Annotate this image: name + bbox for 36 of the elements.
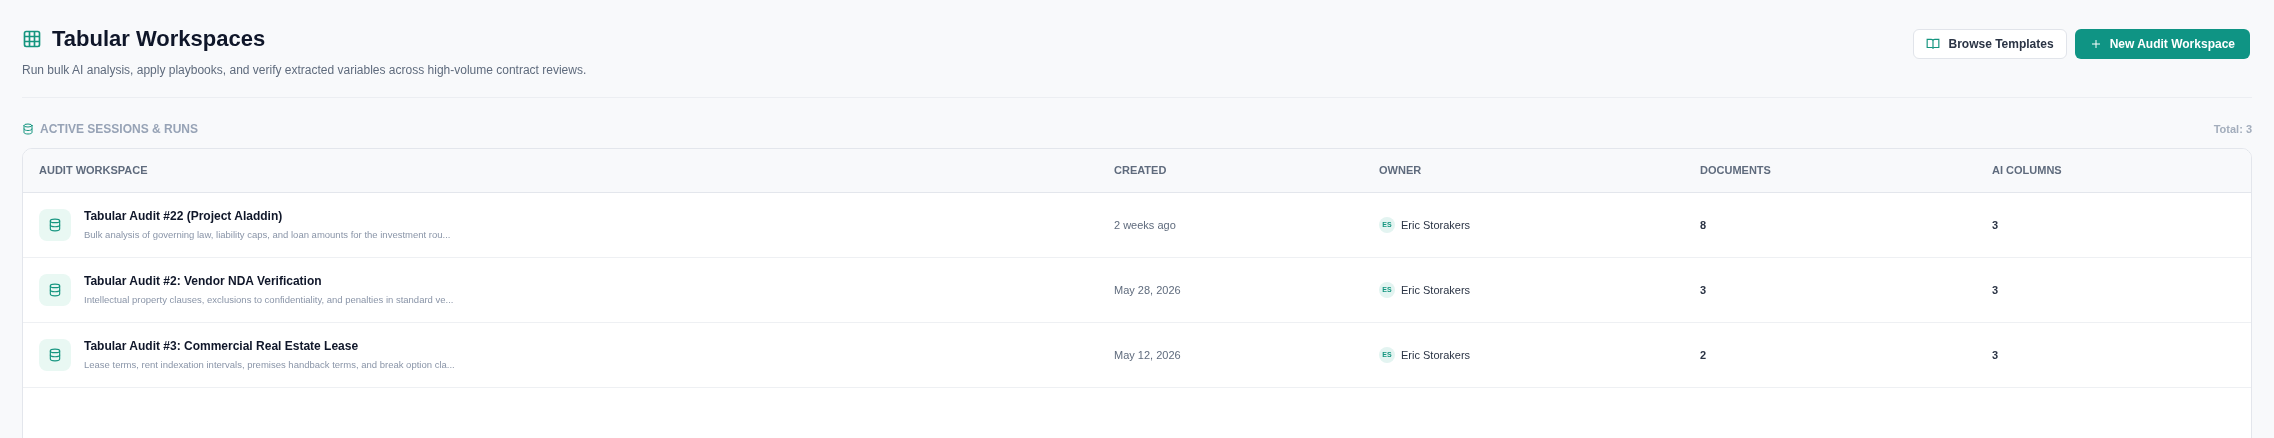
- browse-templates-button[interactable]: Browse Templates: [1913, 29, 2067, 59]
- column-header: OWNER: [1379, 163, 1422, 179]
- page-title: Tabular Workspaces: [52, 25, 266, 53]
- ai-columns-count: 3: [1992, 347, 1999, 363]
- database-icon: [48, 218, 62, 232]
- documents-count: 2: [1700, 347, 1707, 363]
- page-subtitle: Run bulk AI analysis, apply playbooks, and verify extracted variables across high-volume contract reviews.: [22, 62, 587, 79]
- documents-count: 8: [1700, 217, 1707, 233]
- column-header: DOCUMENTS: [1700, 163, 1771, 179]
- new-workspace-button[interactable]: New Audit Workspace: [2074, 29, 2250, 59]
- ai-columns-count: 3: [1992, 217, 1999, 233]
- column-header: AI COLUMNS: [1992, 163, 2062, 179]
- database-icon: [48, 283, 62, 297]
- total-count: Total: 3: [2213, 121, 2252, 137]
- created-date: May 28, 2026: [1114, 282, 1181, 298]
- documents-count: 3: [1700, 282, 1707, 298]
- ai-columns-count: 3: [1992, 282, 1999, 298]
- grid-icon: [22, 28, 42, 49]
- plus-icon: [2089, 38, 2102, 50]
- section-title: ACTIVE SESSIONS & RUNS: [40, 121, 199, 138]
- workspace-description: Intellectual property clauses, exclusions to confidentiality, and penalties in standard ve...: [84, 293, 454, 308]
- workspace-description: Lease terms, rent indexation intervals, premises handback terms, and break option cla...: [84, 358, 455, 373]
- owner-name: Eric Storakers: [1401, 217, 1471, 233]
- book-icon: [1926, 37, 1941, 51]
- owner-name: Eric Storakers: [1401, 347, 1471, 363]
- column-header: AUDIT WORKSPACE: [39, 163, 148, 179]
- workspace-name[interactable]: Tabular Audit #22 (Project Aladdin): [84, 207, 451, 226]
- workspace-description: Bulk analysis of governing law, liability caps, and loan amounts for the investment rou...: [84, 228, 451, 243]
- database-icon: [48, 348, 62, 362]
- owner-name: Eric Storakers: [1401, 282, 1471, 298]
- database-icon: [22, 123, 34, 135]
- created-date: May 12, 2026: [1114, 347, 1181, 363]
- workspace-name[interactable]: Tabular Audit #2: Vendor NDA Verification: [84, 272, 454, 291]
- column-header: CREATED: [1114, 163, 1167, 179]
- workspace-name[interactable]: Tabular Audit #3: Commercial Real Estate Lease: [84, 337, 455, 356]
- created-date: 2 weeks ago: [1114, 217, 1176, 233]
